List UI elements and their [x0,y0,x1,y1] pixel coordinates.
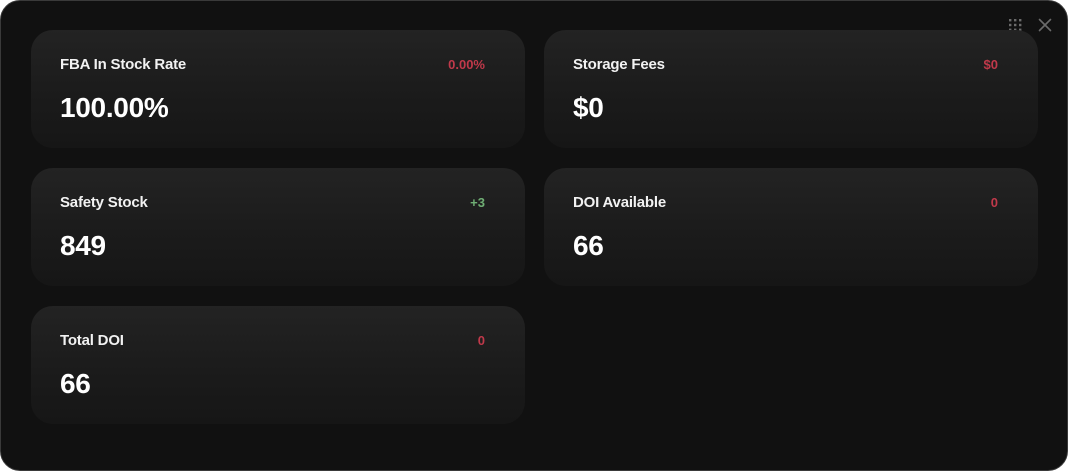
metric-title: DOI Available [573,194,666,211]
metric-title: Total DOI [60,332,124,349]
metric-title: Safety Stock [60,194,148,211]
metric-delta: $0 [983,57,998,72]
metric-value: 66 [60,368,91,399]
close-icon[interactable] [1035,15,1055,35]
metric-card-total-doi[interactable]: Total DOI 0 66 [31,306,525,424]
metric-card-safety-stock[interactable]: Safety Stock +3 849 [31,168,525,286]
metric-delta: +3 [470,195,485,210]
metric-value: 849 [60,230,106,261]
metric-value: $0 [573,92,604,123]
metric-delta: 0 [477,333,485,348]
metric-card-fba-in-stock-rate[interactable]: FBA In Stock Rate 0.00% 100.00% [31,30,525,148]
metric-card-doi-available[interactable]: DOI Available 0 66 [544,168,1038,286]
metric-value: 66 [573,230,604,261]
metric-title: Storage Fees [573,56,665,73]
metric-value: 100.00% [60,92,169,123]
metric-card-storage-fees[interactable]: Storage Fees $0 $0 [544,30,1038,148]
metrics-panel: FBA In Stock Rate 0.00% 100.00% Storage … [0,0,1068,471]
metric-delta: 0 [990,195,998,210]
metric-title: FBA In Stock Rate [60,56,187,73]
metric-delta: 0.00% [448,57,485,72]
